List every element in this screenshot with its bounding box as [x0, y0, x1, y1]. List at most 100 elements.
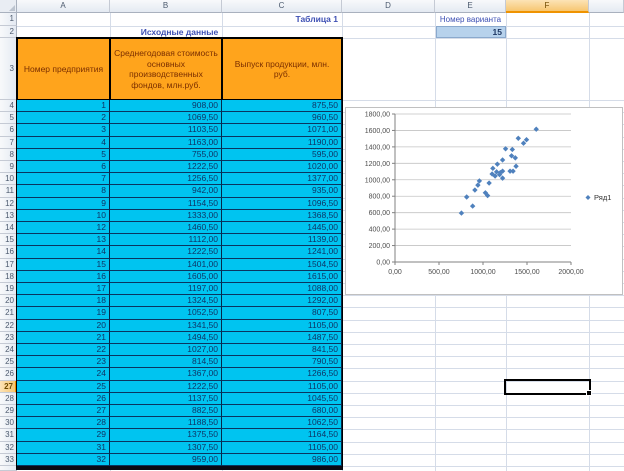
row-header-5[interactable]: 5	[0, 112, 17, 125]
cell[interactable]: 1088,00	[222, 283, 342, 296]
cell[interactable]: 790,50	[222, 356, 342, 369]
row-header-15[interactable]: 15	[0, 234, 17, 247]
cell[interactable]: 25	[17, 380, 110, 393]
cell[interactable]: 1112,00	[110, 234, 222, 247]
cell[interactable]: 1605,00	[110, 270, 222, 283]
row-header-11[interactable]: 11	[0, 185, 17, 198]
cell-A2C2-data-title[interactable]: Исходные данные	[17, 26, 342, 38]
cell[interactable]: 1266,50	[222, 368, 342, 381]
selected-cell-F27[interactable]	[504, 379, 592, 396]
cell[interactable]: 29	[17, 429, 110, 442]
cell[interactable]: 1096,50	[222, 197, 342, 210]
cell[interactable]: 935,00	[222, 185, 342, 198]
select-all-corner[interactable]	[0, 0, 17, 13]
cell[interactable]: 1222,50	[110, 246, 222, 259]
cell[interactable]: 1222,50	[110, 161, 222, 174]
cell[interactable]: 1197,00	[110, 283, 222, 296]
cell[interactable]: 1105,00	[222, 441, 342, 454]
row-header-partial[interactable]	[0, 466, 17, 471]
cell[interactable]: 1154,50	[110, 197, 222, 210]
row-header-21[interactable]: 21	[0, 307, 17, 320]
row-header-9[interactable]: 9	[0, 161, 17, 174]
row-header-24[interactable]: 24	[0, 344, 17, 357]
row-header-16[interactable]: 16	[0, 246, 17, 259]
cell[interactable]: 942,00	[110, 185, 222, 198]
column-header-B[interactable]: B	[110, 0, 222, 13]
cell[interactable]: 16	[17, 270, 110, 283]
row-header-32[interactable]: 32	[0, 441, 17, 454]
cell[interactable]: 19	[17, 307, 110, 320]
cell[interactable]: 1052,50	[110, 307, 222, 320]
cell[interactable]: 908,00	[110, 100, 222, 113]
cell[interactable]: 1071,00	[222, 124, 342, 137]
cell[interactable]: 959,00	[110, 453, 222, 466]
cell[interactable]: 13	[17, 234, 110, 247]
cell[interactable]: 1445,00	[222, 222, 342, 235]
cell[interactable]: 21	[17, 331, 110, 344]
cell[interactable]: 1137,50	[110, 392, 222, 405]
cell[interactable]: 1163,00	[110, 136, 222, 149]
cell[interactable]: 8	[17, 185, 110, 198]
row-header-7[interactable]: 7	[0, 136, 17, 149]
cell[interactable]: 1367,00	[110, 368, 222, 381]
row-header-22[interactable]: 22	[0, 319, 17, 332]
cell[interactable]: 1460,50	[110, 222, 222, 235]
cell[interactable]: 27	[17, 405, 110, 418]
cell[interactable]: 4	[17, 136, 110, 149]
cell[interactable]: 28	[17, 417, 110, 430]
row-header-20[interactable]: 20	[0, 295, 17, 308]
cell[interactable]: 1292,00	[222, 295, 342, 308]
cell[interactable]: 7	[17, 173, 110, 186]
cell[interactable]: 882,50	[110, 405, 222, 418]
cell[interactable]: 1062,50	[222, 417, 342, 430]
cell[interactable]: 17	[17, 283, 110, 296]
cell[interactable]: 1375,50	[110, 429, 222, 442]
cell[interactable]: 807,50	[222, 307, 342, 320]
row-header-29[interactable]: 29	[0, 405, 17, 418]
cell-E2-variant-value[interactable]: 15	[436, 26, 506, 38]
cell[interactable]: 2	[17, 112, 110, 125]
cell[interactable]: 1222,50	[110, 380, 222, 393]
cell[interactable]: 23	[17, 356, 110, 369]
cell[interactable]: 1341,50	[110, 319, 222, 332]
cell[interactable]: 1494,50	[110, 331, 222, 344]
cell[interactable]: 1103,50	[110, 124, 222, 137]
row-header-2[interactable]: 2	[0, 26, 17, 38]
cell[interactable]: 14	[17, 246, 110, 259]
cell[interactable]: 3	[17, 124, 110, 137]
cell[interactable]: 755,00	[110, 148, 222, 161]
column-header-D[interactable]: D	[342, 0, 435, 13]
row-header-26[interactable]: 26	[0, 368, 17, 381]
row-header-25[interactable]: 25	[0, 356, 17, 369]
cell[interactable]: 960,50	[222, 112, 342, 125]
cell[interactable]: 20	[17, 319, 110, 332]
cell[interactable]: 986,00	[222, 453, 342, 466]
row-header-10[interactable]: 10	[0, 173, 17, 186]
cell[interactable]: 18	[17, 295, 110, 308]
row-header-12[interactable]: 12	[0, 197, 17, 210]
cell[interactable]: 9	[17, 197, 110, 210]
cell[interactable]: 1188,50	[110, 417, 222, 430]
row-header-33[interactable]: 33	[0, 453, 17, 466]
cell[interactable]: 1069,50	[110, 112, 222, 125]
cell[interactable]: 1164,50	[222, 429, 342, 442]
column-header-E[interactable]: E	[435, 0, 506, 13]
row-header-1[interactable]: 1	[0, 13, 17, 26]
table-header-output[interactable]: Выпуск продукции, млн. руб.	[222, 38, 342, 100]
cell-E1-variant-label[interactable]: Номер варианта	[435, 13, 506, 26]
cell[interactable]: 31	[17, 441, 110, 454]
cell[interactable]: 1190,00	[222, 136, 342, 149]
cell[interactable]: 1615,00	[222, 270, 342, 283]
cell[interactable]: 26	[17, 392, 110, 405]
cell-C1-table-caption[interactable]: Таблица 1	[222, 13, 340, 26]
cell[interactable]: 15	[17, 258, 110, 271]
row-header-4[interactable]: 4	[0, 100, 17, 113]
cell[interactable]: 595,00	[222, 148, 342, 161]
cell[interactable]: 24	[17, 368, 110, 381]
cell[interactable]: 1027,00	[110, 344, 222, 357]
cell[interactable]: 1256,50	[110, 173, 222, 186]
cell[interactable]: 5	[17, 148, 110, 161]
column-header-partial[interactable]	[589, 0, 624, 13]
cell[interactable]: 1020,00	[222, 161, 342, 174]
cell[interactable]: 1324,50	[110, 295, 222, 308]
